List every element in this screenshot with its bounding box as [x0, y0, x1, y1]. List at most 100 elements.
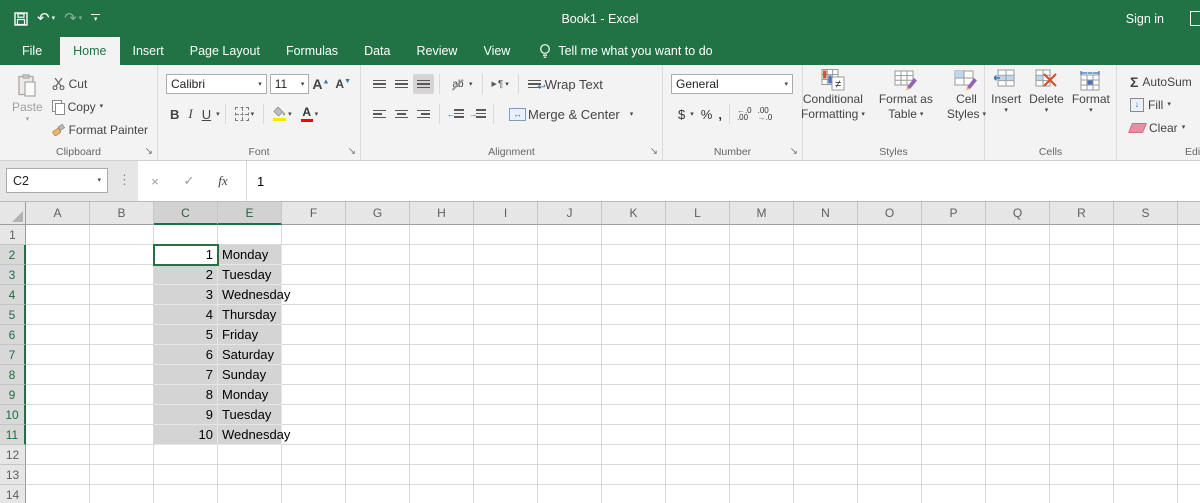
cell-P6[interactable] [922, 325, 986, 345]
column-header-H[interactable]: H [410, 202, 474, 225]
column-header-M[interactable]: M [730, 202, 794, 225]
cell-B12[interactable] [90, 445, 154, 465]
autosum-button[interactable]: Σ AutoSum [1127, 71, 1200, 92]
number-dialog-launcher[interactable]: ↘ [790, 147, 798, 157]
cell-partial-row-6[interactable] [1178, 325, 1200, 345]
cell-Q9[interactable] [986, 385, 1050, 405]
borders-button[interactable]: ▾ [231, 107, 259, 121]
cell-C13[interactable] [154, 465, 218, 485]
cell-J5[interactable] [538, 305, 602, 325]
cancel-icon[interactable]: × [138, 174, 172, 189]
tab-data[interactable]: Data [351, 37, 403, 65]
cell-L11[interactable] [666, 425, 730, 445]
cell-H6[interactable] [410, 325, 474, 345]
cell-J12[interactable] [538, 445, 602, 465]
cell-M4[interactable] [730, 285, 794, 305]
cell-M14[interactable] [730, 485, 794, 503]
cell-K8[interactable] [602, 365, 666, 385]
cell-F10[interactable] [282, 405, 346, 425]
cell-R4[interactable] [1050, 285, 1114, 305]
cell-I7[interactable] [474, 345, 538, 365]
cell-R14[interactable] [1050, 485, 1114, 503]
accounting-format-button[interactable]: $ ▾ [671, 107, 698, 122]
cell-K9[interactable] [602, 385, 666, 405]
cell-B9[interactable] [90, 385, 154, 405]
cell-Q11[interactable] [986, 425, 1050, 445]
cell-C9[interactable]: 8 [154, 385, 218, 405]
cell-F13[interactable] [282, 465, 346, 485]
cell-partial-row-10[interactable] [1178, 405, 1200, 425]
cell-M9[interactable] [730, 385, 794, 405]
cell-F8[interactable] [282, 365, 346, 385]
cell-P8[interactable] [922, 365, 986, 385]
cell-F2[interactable] [282, 245, 346, 265]
cell-G4[interactable] [346, 285, 410, 305]
cell-I12[interactable] [474, 445, 538, 465]
column-header-partial[interactable] [1178, 202, 1200, 225]
cell-N8[interactable] [794, 365, 858, 385]
cell-P10[interactable] [922, 405, 986, 425]
cell-E6[interactable]: Friday [218, 325, 282, 345]
cell-K5[interactable] [602, 305, 666, 325]
cell-N5[interactable] [794, 305, 858, 325]
column-header-S[interactable]: S [1114, 202, 1178, 225]
cell-H8[interactable] [410, 365, 474, 385]
delete-cells-button[interactable]: Delete ▾ [1025, 65, 1068, 114]
cell-M5[interactable] [730, 305, 794, 325]
cell-L3[interactable] [666, 265, 730, 285]
cell-N3[interactable] [794, 265, 858, 285]
cell-F1[interactable] [282, 225, 346, 245]
cell-A5[interactable] [26, 305, 90, 325]
cell-Q6[interactable] [986, 325, 1050, 345]
cell-Q14[interactable] [986, 485, 1050, 503]
row-header-7[interactable]: 7 [0, 345, 26, 365]
column-header-O[interactable]: O [858, 202, 922, 225]
cell-R9[interactable] [1050, 385, 1114, 405]
name-box[interactable]: C2 ▾ [6, 168, 108, 193]
cell-B6[interactable] [90, 325, 154, 345]
clipboard-dialog-launcher[interactable]: ↘ [145, 147, 153, 157]
cell-R7[interactable] [1050, 345, 1114, 365]
cell-L8[interactable] [666, 365, 730, 385]
cell-partial-row-8[interactable] [1178, 365, 1200, 385]
cell-F6[interactable] [282, 325, 346, 345]
cell-I13[interactable] [474, 465, 538, 485]
font-name-combo[interactable]: Calibri ▾ [166, 74, 267, 94]
formula-input[interactable]: 1 [247, 174, 1200, 189]
cell-H3[interactable] [410, 265, 474, 285]
column-header-N[interactable]: N [794, 202, 858, 225]
cell-I6[interactable] [474, 325, 538, 345]
fill-color-button[interactable]: ▾ [269, 107, 296, 121]
align-middle-button[interactable] [391, 74, 412, 94]
cell-I9[interactable] [474, 385, 538, 405]
column-header-F[interactable]: F [282, 202, 346, 225]
cell-O9[interactable] [858, 385, 922, 405]
cell-H7[interactable] [410, 345, 474, 365]
cell-A4[interactable] [26, 285, 90, 305]
row-header-4[interactable]: 4 [0, 285, 26, 305]
cell-Q12[interactable] [986, 445, 1050, 465]
cell-partial-row-4[interactable] [1178, 285, 1200, 305]
tab-home[interactable]: Home [60, 37, 120, 65]
cell-H1[interactable] [410, 225, 474, 245]
cell-R12[interactable] [1050, 445, 1114, 465]
cell-K1[interactable] [602, 225, 666, 245]
conditional-formatting-button[interactable]: ≠ Conditional Formatting ▾ [794, 65, 872, 121]
cell-R8[interactable] [1050, 365, 1114, 385]
align-right-button[interactable] [413, 104, 434, 124]
cell-S10[interactable] [1114, 405, 1178, 425]
cell-H2[interactable] [410, 245, 474, 265]
cell-A6[interactable] [26, 325, 90, 345]
row-header-1[interactable]: 1 [0, 225, 26, 245]
cell-Q5[interactable] [986, 305, 1050, 325]
cell-K6[interactable] [602, 325, 666, 345]
cell-M3[interactable] [730, 265, 794, 285]
cell-Q10[interactable] [986, 405, 1050, 425]
cell-L12[interactable] [666, 445, 730, 465]
cell-J2[interactable] [538, 245, 602, 265]
cell-Q13[interactable] [986, 465, 1050, 485]
cell-O12[interactable] [858, 445, 922, 465]
cell-P3[interactable] [922, 265, 986, 285]
wrap-text-button[interactable]: ↩ Wrap Text [524, 77, 607, 92]
cell-E5[interactable]: Thursday [218, 305, 282, 325]
